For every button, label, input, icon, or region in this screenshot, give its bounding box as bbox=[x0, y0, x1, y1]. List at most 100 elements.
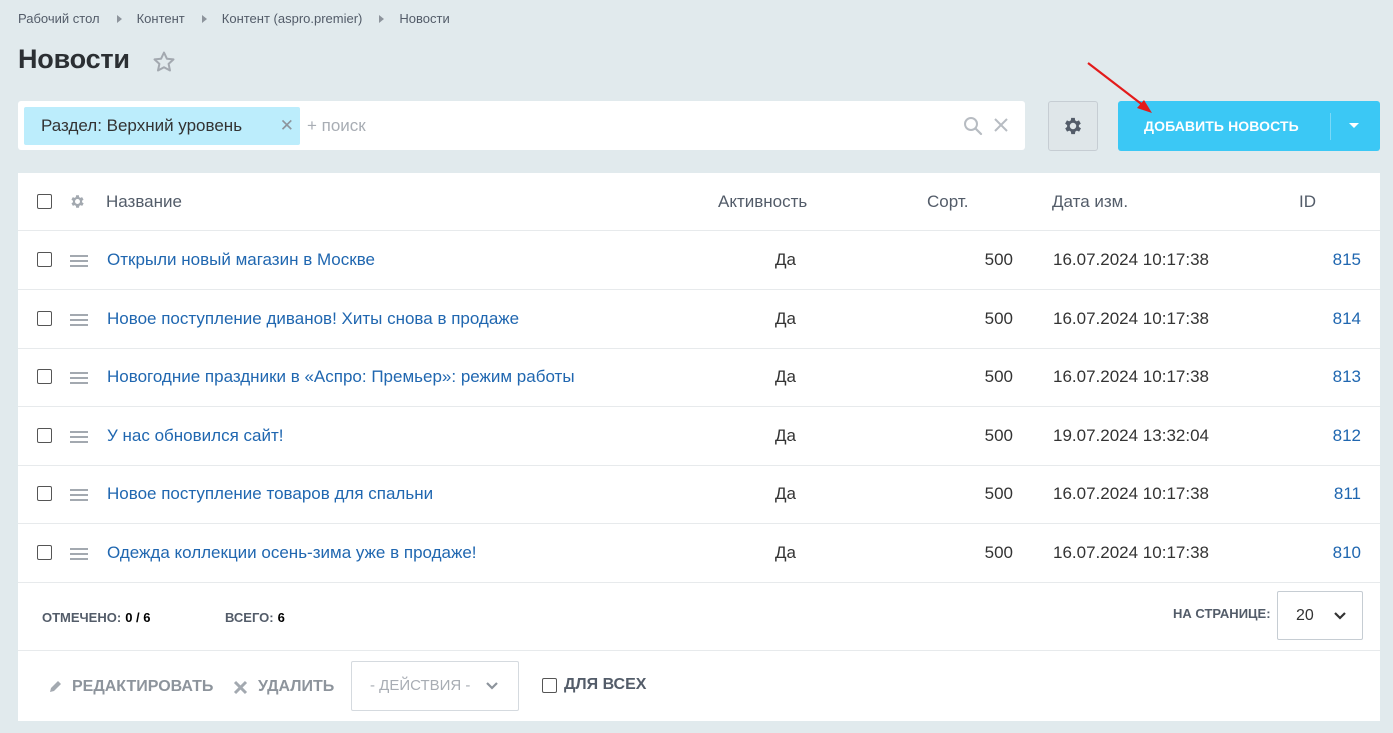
delete-button[interactable]: УДАЛИТЬ bbox=[233, 678, 334, 696]
news-name-link[interactable]: Новое поступление диванов! Хиты снова в … bbox=[107, 309, 519, 329]
breadcrumb-separator-icon bbox=[379, 14, 385, 23]
cell-date: 16.07.2024 10:17:38 bbox=[1053, 250, 1209, 269]
per-page-label: НА СТРАНИЦЕ: bbox=[1173, 606, 1271, 621]
chevron-down-icon bbox=[1334, 612, 1346, 620]
title-row: Новости bbox=[18, 44, 176, 75]
add-news-label: ДОБАВИТЬ НОВОСТЬ bbox=[1144, 118, 1299, 134]
for-all-label: ДЛЯ ВСЕХ bbox=[564, 676, 647, 693]
edit-button[interactable]: РЕДАКТИРОВАТЬ bbox=[48, 678, 213, 696]
row-checkbox[interactable] bbox=[37, 311, 52, 326]
column-header-active[interactable]: Активность bbox=[718, 192, 807, 212]
table-row[interactable]: Одежда коллекции осень-зима уже в продаж… bbox=[18, 524, 1380, 583]
cell-date: 16.07.2024 10:17:38 bbox=[1053, 543, 1209, 562]
column-header-name[interactable]: Название bbox=[106, 192, 182, 212]
row-checkbox[interactable] bbox=[37, 428, 52, 443]
row-checkbox[interactable] bbox=[37, 252, 52, 267]
breadcrumb-item-content[interactable]: Контент bbox=[137, 11, 185, 26]
table-row[interactable]: Новое поступление товаров для спальни Да… bbox=[18, 465, 1380, 524]
cell-sort: 500 bbox=[984, 250, 1013, 269]
pencil-icon bbox=[50, 681, 61, 692]
chevron-down-icon bbox=[486, 682, 498, 690]
breadcrumb-item-desktop[interactable]: Рабочий стол bbox=[18, 11, 100, 26]
select-all-checkbox[interactable] bbox=[37, 194, 52, 209]
cell-sort: 500 bbox=[984, 426, 1013, 445]
column-header-sort[interactable]: Сорт. bbox=[927, 192, 968, 212]
cell-sort: 500 bbox=[984, 367, 1013, 386]
page-title: Новости bbox=[18, 44, 130, 74]
cell-active: Да bbox=[775, 426, 796, 445]
drag-handle-icon[interactable] bbox=[70, 548, 88, 560]
filter-chip-label: Раздел: Верхний уровень bbox=[41, 116, 243, 135]
close-icon[interactable] bbox=[993, 117, 1009, 133]
total-count-label: ВСЕГО: bbox=[225, 610, 274, 625]
cell-id-link[interactable]: 812 bbox=[1333, 426, 1361, 446]
for-all-checkbox[interactable] bbox=[542, 677, 557, 693]
drag-handle-icon[interactable] bbox=[70, 314, 88, 326]
news-name-link[interactable]: Одежда коллекции осень-зима уже в продаж… bbox=[107, 543, 477, 563]
cell-active: Да bbox=[775, 309, 796, 328]
cell-active: Да bbox=[775, 250, 796, 269]
gear-icon bbox=[1065, 117, 1081, 135]
breadcrumb-item-news[interactable]: Новости bbox=[399, 11, 449, 26]
per-page-value: 20 bbox=[1296, 607, 1314, 624]
close-icon[interactable]: ✕ bbox=[280, 117, 294, 134]
breadcrumb-item-content-aspro[interactable]: Контент (aspro.premier) bbox=[222, 11, 363, 26]
actions-select[interactable]: - ДЕЙСТВИЯ - bbox=[351, 661, 519, 711]
table-row[interactable]: Новогодние праздники в «Аспро: Премьер»:… bbox=[18, 348, 1380, 407]
table-row[interactable]: У нас обновился сайт! Да 500 19.07.2024 … bbox=[18, 407, 1380, 466]
cell-sort: 500 bbox=[984, 543, 1013, 562]
column-header-date[interactable]: Дата изм. bbox=[1052, 192, 1128, 212]
search-icon[interactable] bbox=[963, 116, 983, 136]
total-count: ВСЕГО: 6 bbox=[225, 610, 285, 625]
selected-count-label: ОТМЕЧЕНО: bbox=[42, 610, 122, 625]
breadcrumb: Рабочий стол Контент Контент (aspro.prem… bbox=[18, 11, 450, 26]
cell-id-link[interactable]: 814 bbox=[1333, 309, 1361, 329]
gear-icon[interactable] bbox=[69, 193, 86, 210]
table-row[interactable]: Открыли новый магазин в Москве Да 500 16… bbox=[18, 231, 1380, 290]
filter-search-box[interactable]: Раздел: Верхний уровень ✕ + поиск bbox=[18, 101, 1025, 150]
selected-count-value: 0 / 6 bbox=[125, 610, 151, 625]
row-checkbox[interactable] bbox=[37, 545, 52, 560]
drag-handle-icon[interactable] bbox=[70, 431, 88, 443]
cell-active: Да bbox=[775, 367, 796, 386]
cell-date: 16.07.2024 10:17:38 bbox=[1053, 484, 1209, 503]
cell-id-link[interactable]: 815 bbox=[1333, 250, 1361, 270]
star-icon[interactable] bbox=[152, 50, 176, 74]
cell-sort: 500 bbox=[984, 309, 1013, 328]
table-row[interactable]: Новое поступление диванов! Хиты снова в … bbox=[18, 290, 1380, 349]
annotation-arrow-icon bbox=[1087, 62, 1152, 113]
cell-active: Да bbox=[775, 543, 796, 562]
news-name-link[interactable]: Новое поступление товаров для спальни bbox=[107, 484, 433, 504]
selected-count: ОТМЕЧЕНО: 0 / 6 bbox=[42, 610, 150, 625]
news-name-link[interactable]: Новогодние праздники в «Аспро: Премьер»:… bbox=[107, 367, 575, 387]
cell-date: 16.07.2024 10:17:38 bbox=[1053, 309, 1209, 328]
add-button-divider bbox=[1330, 113, 1331, 140]
drag-handle-icon[interactable] bbox=[70, 255, 88, 267]
edit-label: РЕДАКТИРОВАТЬ bbox=[72, 678, 214, 695]
cell-active: Да bbox=[775, 484, 796, 503]
cell-id-link[interactable]: 813 bbox=[1333, 367, 1361, 387]
cell-id-link[interactable]: 810 bbox=[1333, 543, 1361, 563]
news-name-link[interactable]: У нас обновился сайт! bbox=[107, 426, 283, 446]
cell-id-link[interactable]: 811 bbox=[1334, 484, 1361, 504]
chevron-down-icon[interactable] bbox=[1349, 123, 1359, 128]
actions-select-value: - ДЕЙСТВИЯ - bbox=[370, 677, 471, 694]
search-input[interactable]: + поиск bbox=[307, 116, 366, 136]
grid-header: Название Активность Сорт. Дата изм. ID bbox=[18, 173, 1380, 231]
total-count-value: 6 bbox=[277, 610, 285, 625]
cell-date: 16.07.2024 10:17:38 bbox=[1053, 367, 1209, 386]
drag-handle-icon[interactable] bbox=[70, 489, 88, 501]
per-page-select[interactable]: 20 bbox=[1277, 591, 1363, 640]
breadcrumb-separator-icon bbox=[116, 14, 122, 23]
row-checkbox[interactable] bbox=[37, 369, 52, 384]
filter-chip[interactable]: Раздел: Верхний уровень ✕ bbox=[24, 107, 300, 145]
for-all-option[interactable]: ДЛЯ ВСЕХ bbox=[542, 676, 646, 694]
breadcrumb-separator-icon bbox=[201, 14, 207, 23]
row-checkbox[interactable] bbox=[37, 486, 52, 501]
delete-icon bbox=[233, 680, 248, 694]
news-name-link[interactable]: Открыли новый магазин в Москве bbox=[107, 250, 375, 270]
drag-handle-icon[interactable] bbox=[70, 372, 88, 384]
cell-date: 19.07.2024 13:32:04 bbox=[1053, 426, 1209, 445]
action-panel: РЕДАКТИРОВАТЬ УДАЛИТЬ - ДЕЙСТВИЯ - ДЛЯ В… bbox=[18, 651, 1380, 721]
column-header-id[interactable]: ID bbox=[1299, 192, 1316, 212]
